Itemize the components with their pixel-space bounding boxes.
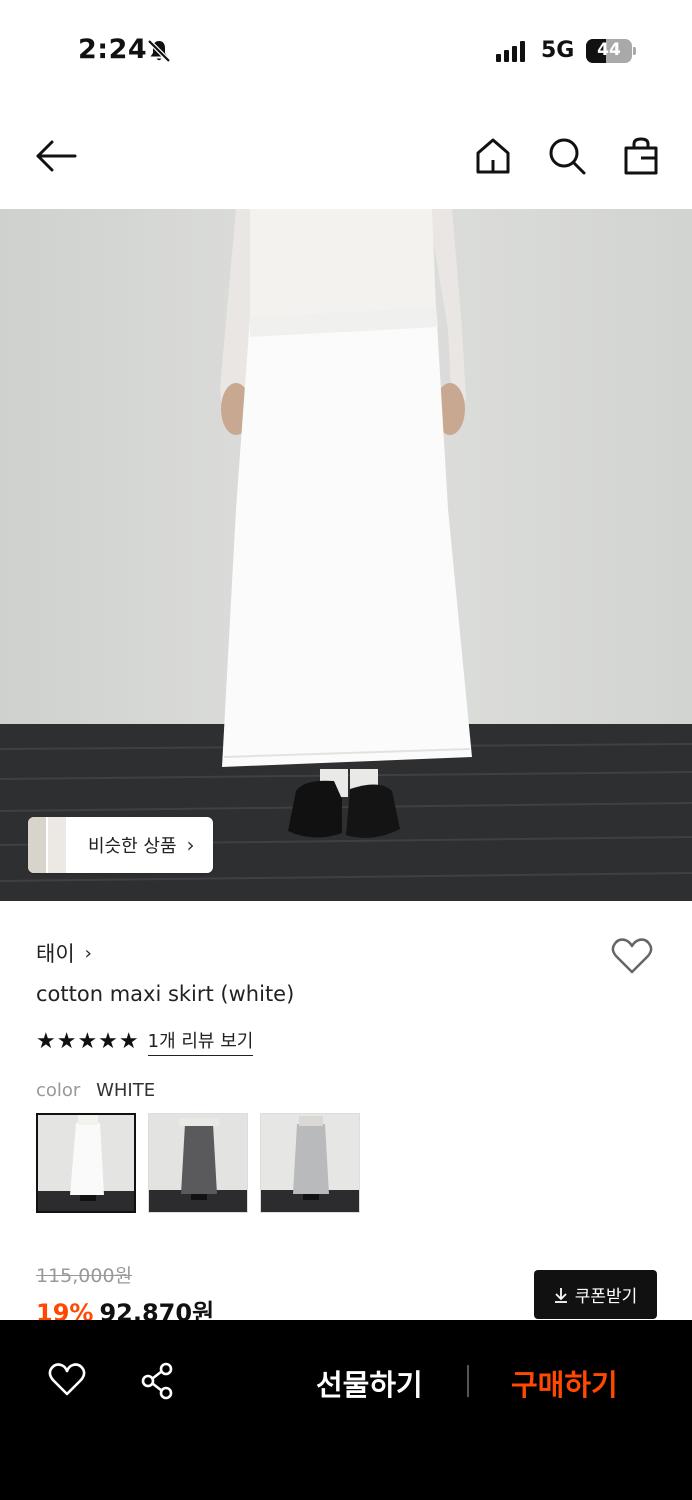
bottom-action-bar: 선물하기 구매하기 [0, 1320, 692, 1500]
bell-muted-icon [147, 39, 171, 63]
brand-link[interactable]: 태이 › [36, 938, 92, 968]
brand-name: 태이 [36, 942, 75, 966]
similar-products-button[interactable]: 비슷한 상품 › [28, 817, 213, 873]
chevron-right-icon: › [84, 942, 92, 964]
heart-icon[interactable] [48, 1362, 86, 1398]
wishlist-heart-icon[interactable] [610, 936, 654, 976]
gift-button[interactable]: 선물하기 [316, 1362, 423, 1404]
swatch-charcoal[interactable] [148, 1113, 248, 1213]
battery-level: 44 [597, 40, 621, 60]
color-label: color [36, 1080, 81, 1101]
color-value: WHITE [96, 1080, 156, 1101]
swatch-white[interactable] [36, 1113, 136, 1213]
battery-icon: 44 [586, 39, 632, 63]
signal-icon [496, 40, 525, 62]
top-nav [0, 120, 692, 194]
status-time: 2:24 [78, 34, 148, 65]
coupon-label: 쿠폰받기 [574, 1287, 638, 1307]
similar-thumbnails [28, 817, 88, 873]
original-price: 115,000원 [36, 1265, 133, 1287]
arrow-left-icon[interactable] [34, 136, 78, 176]
status-bar: 2:24 5G 44 [0, 0, 692, 100]
swatch-light-gray[interactable] [260, 1113, 360, 1213]
network-type: 5G [541, 38, 575, 63]
color-swatches [36, 1113, 360, 1213]
coupon-button[interactable]: 쿠폰받기 [534, 1270, 657, 1319]
review-link[interactable]: 1개 리뷰 보기 [147, 1027, 254, 1056]
divider [467, 1365, 469, 1397]
shopping-bag-icon[interactable] [623, 136, 659, 176]
buy-button[interactable]: 구매하기 [511, 1362, 618, 1404]
star-rating: ★★★★★ [36, 1029, 140, 1054]
chevron-right-icon: › [186, 833, 195, 857]
similar-products-label: 비슷한 상품 [88, 836, 177, 857]
product-title: cotton maxi skirt (white) [36, 982, 295, 1006]
rating-row: ★★★★★ 1개 리뷰 보기 [36, 1027, 254, 1056]
home-icon[interactable] [474, 136, 512, 176]
product-image[interactable] [0, 209, 692, 901]
search-icon[interactable] [547, 136, 587, 176]
share-icon[interactable] [140, 1362, 176, 1400]
color-row: color WHITE [36, 1080, 155, 1101]
download-icon [554, 1287, 567, 1303]
